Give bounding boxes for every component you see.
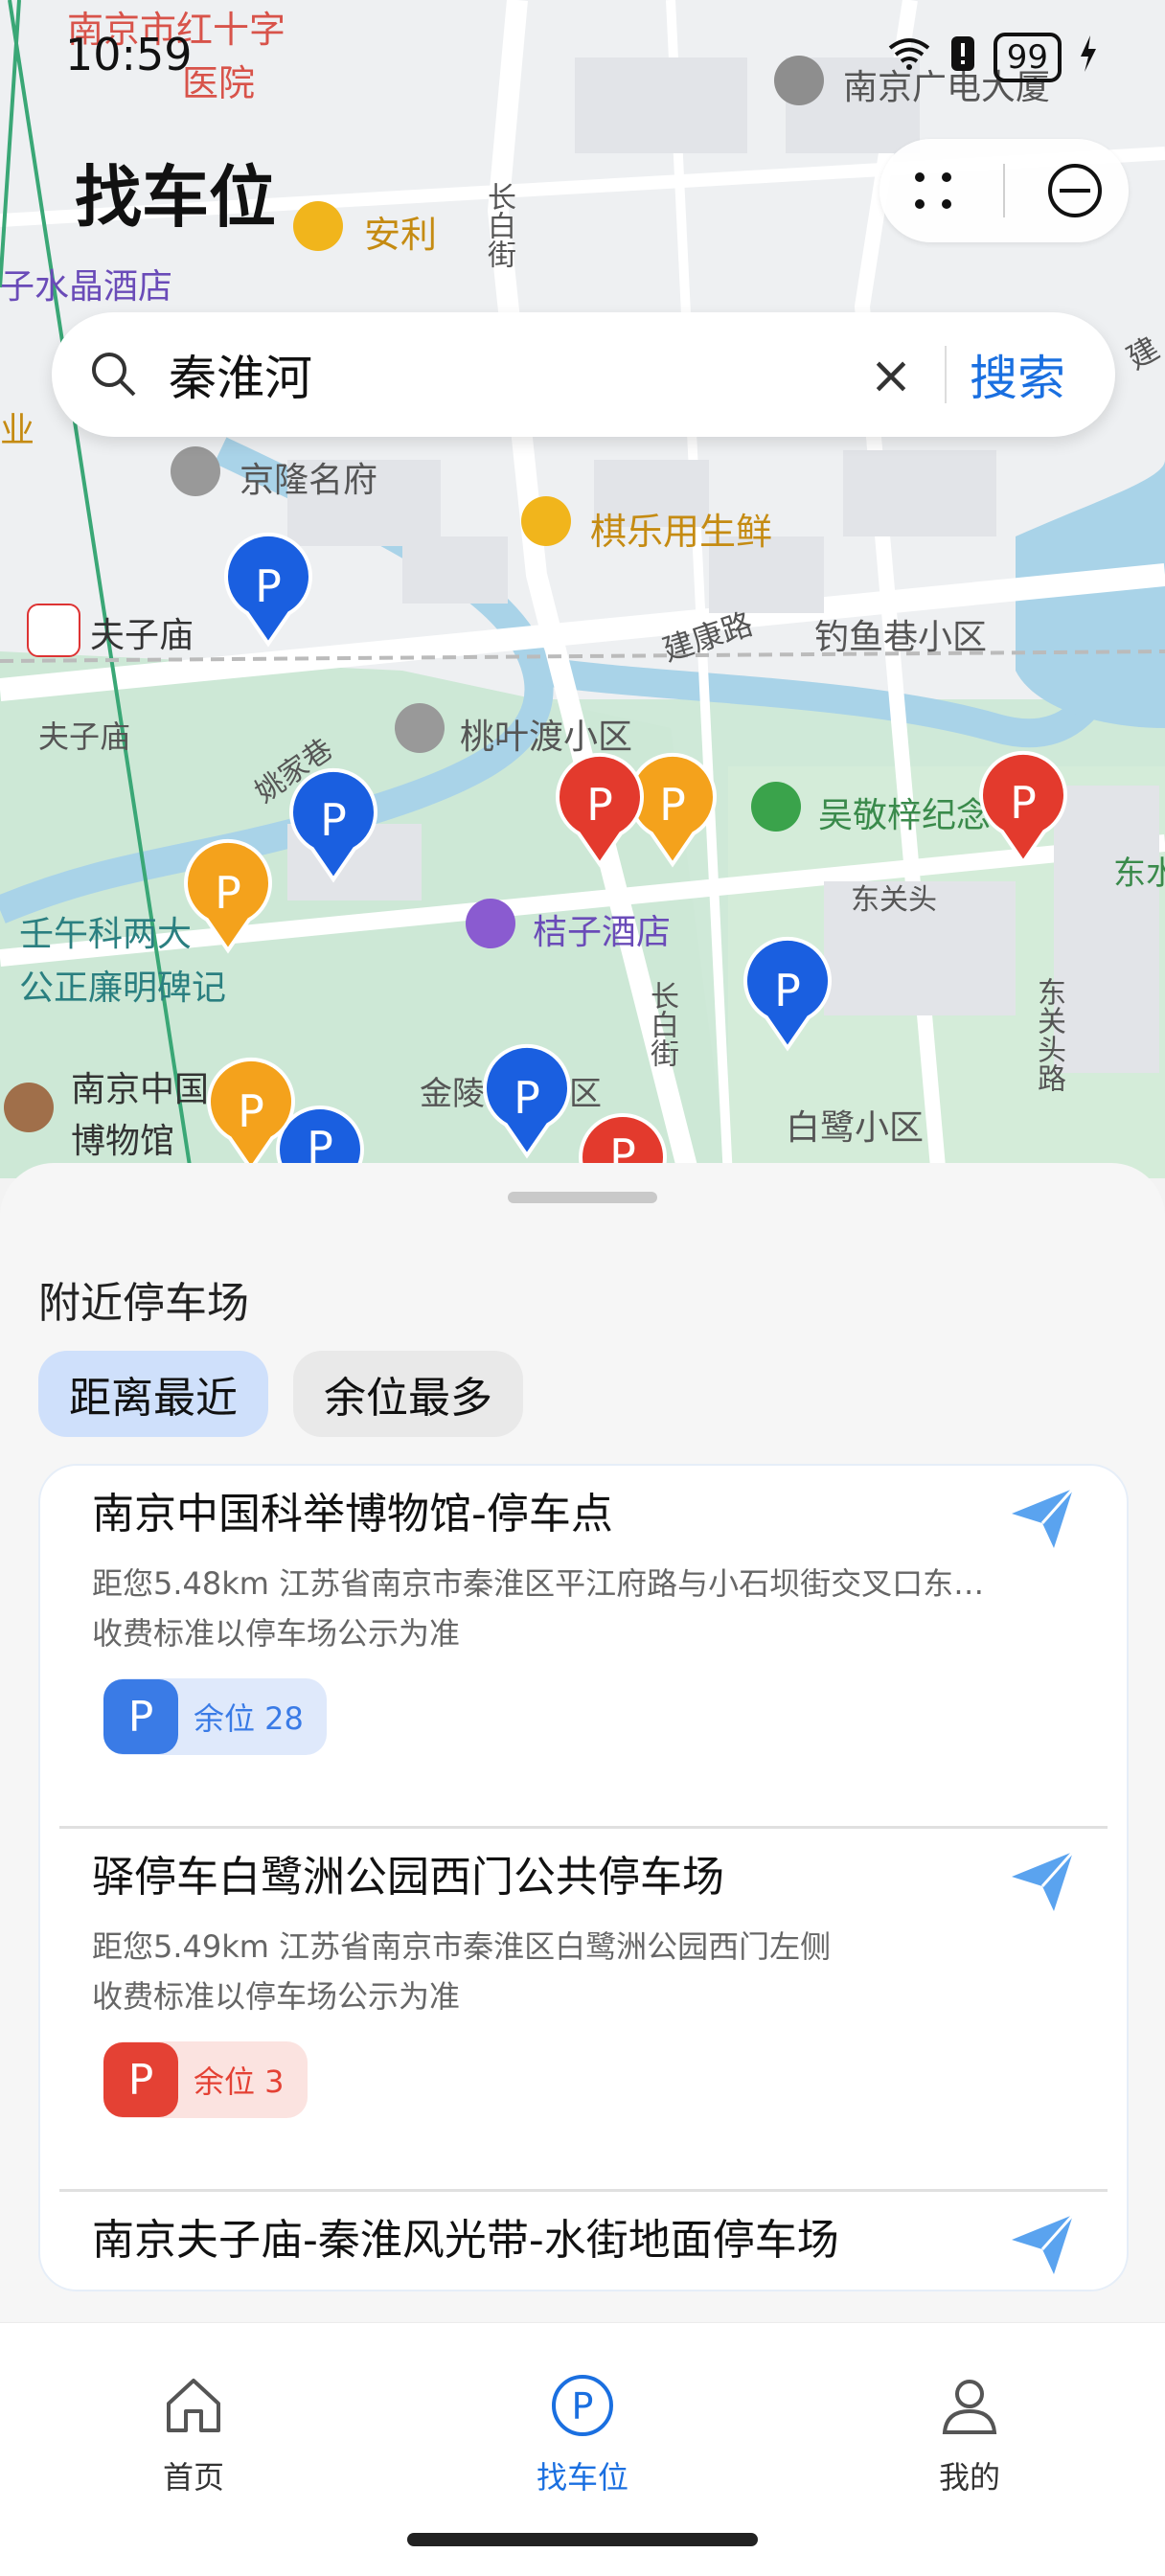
wifi-icon	[886, 36, 932, 80]
parking-pin-blue[interactable]: P	[224, 532, 312, 648]
parking-fee: 收费标准以停车场公示为准	[92, 1978, 461, 2015]
sort-chip-most-spaces[interactable]: 余位最多	[293, 1351, 523, 1437]
parking-name: 驿停车白鹭洲公园西门公共停车场	[92, 1853, 724, 1902]
svg-text:P: P	[1010, 777, 1037, 829]
parking-fee: 收费标准以停车场公示为准	[92, 1615, 461, 1652]
svg-text:P: P	[320, 794, 347, 846]
status-bar: 10:59 99	[0, 0, 1165, 115]
parking-name: 南京中国科举博物馆-停车点	[92, 1490, 613, 1539]
home-icon	[167, 2379, 220, 2432]
search-input[interactable]: 秦淮河	[169, 340, 853, 409]
tab-label: 首页	[162, 2459, 224, 2496]
status-time: 10:59	[65, 29, 193, 80]
parking-pin-red[interactable]: P	[556, 752, 644, 868]
miniapp-capsule	[879, 139, 1129, 242]
tab-label: 我的	[938, 2459, 1000, 2496]
search-icon	[92, 353, 136, 397]
parking-icon: P	[552, 2375, 613, 2436]
navigate-icon[interactable]	[1004, 1479, 1081, 1556]
status-icons: 99	[886, 33, 1098, 82]
parking-pin-blue[interactable]: P	[743, 936, 832, 1052]
capsule-divider	[1002, 164, 1005, 217]
sort-chip-nearest[interactable]: 距离最近	[38, 1351, 268, 1437]
search-button[interactable]: 搜索	[970, 340, 1065, 409]
svg-text:P: P	[774, 965, 801, 1016]
page-title: 找车位	[75, 158, 276, 237]
home-indicator[interactable]	[407, 2533, 758, 2546]
parking-address: 距您5.48km 江苏省南京市秦淮区平江府路与小石坝街交叉口东…	[92, 1565, 985, 1602]
tab-label: 找车位	[536, 2459, 628, 2496]
tab-find-parking[interactable]: P 找车位	[487, 2371, 678, 2497]
parking-list-item[interactable]: 驿停车白鹭洲公园西门公共停车场 距您5.49km 江苏省南京市秦淮区白鹭洲公园西…	[59, 1829, 1108, 2192]
svg-text:P: P	[572, 2385, 594, 2428]
spaces-badge: P 余位 28	[103, 1678, 327, 1755]
spaces-count: 余位 28	[194, 1700, 304, 1737]
parking-pin-blue[interactable]: P	[289, 767, 377, 883]
tab-home[interactable]: 首页	[98, 2371, 289, 2497]
svg-text:P: P	[659, 779, 686, 831]
parking-list-item[interactable]: 南京中国科举博物馆-停车点 距您5.48km 江苏省南京市秦淮区平江府路与小石坝…	[59, 1466, 1108, 1829]
battery-level: 99	[993, 33, 1062, 82]
svg-text:P: P	[255, 560, 282, 612]
svg-text:P: P	[238, 1085, 264, 1137]
parking-list-sheet: 附近停车场 距离最近 余位最多 南京中国科举博物馆-停车点 距您5.48km 江…	[0, 1163, 1165, 2576]
parking-badge-icon: P	[103, 2042, 178, 2117]
svg-text:P: P	[586, 779, 613, 831]
parking-list-item[interactable]: 南京夫子庙-秦淮风光带-水街地面停车场	[59, 2192, 1108, 2290]
parking-list[interactable]: 南京中国科举博物馆-停车点 距您5.48km 江苏省南京市秦淮区平江府路与小石坝…	[38, 1464, 1129, 2291]
search-divider	[945, 346, 947, 403]
parking-pin-orange[interactable]: P	[628, 752, 717, 868]
more-icon[interactable]	[895, 152, 971, 229]
search-bar[interactable]: 秦淮河 × 搜索	[52, 312, 1115, 437]
navigate-icon[interactable]	[1004, 2205, 1081, 2282]
clear-icon[interactable]: ×	[853, 345, 929, 405]
spaces-badge: P 余位 3	[103, 2041, 308, 2118]
parking-pin-blue[interactable]: P	[483, 1043, 571, 1159]
parking-pin-orange[interactable]: P	[184, 838, 272, 954]
alert-icon	[949, 34, 976, 81]
svg-text:P: P	[215, 867, 241, 919]
tab-mine[interactable]: 我的	[874, 2371, 1065, 2497]
sort-chips: 距离最近 余位最多	[38, 1351, 523, 1437]
close-miniapp-icon[interactable]	[1037, 152, 1113, 229]
person-icon	[942, 2380, 997, 2434]
sheet-title: 附近停车场	[38, 1279, 249, 1328]
parking-name: 南京夫子庙-秦淮风光带-水街地面停车场	[92, 2216, 839, 2265]
sheet-drag-handle[interactable]	[508, 1192, 657, 1203]
charging-icon	[1079, 34, 1098, 80]
svg-text:P: P	[514, 1072, 540, 1124]
navigate-icon[interactable]	[1004, 1842, 1081, 1919]
spaces-count: 余位 3	[194, 2063, 285, 2100]
parking-badge-icon: P	[103, 1679, 178, 1754]
parking-pin-red[interactable]: P	[979, 750, 1067, 866]
parking-address: 距您5.49km 江苏省南京市秦淮区白鹭洲公园西门左侧	[92, 1928, 832, 1965]
